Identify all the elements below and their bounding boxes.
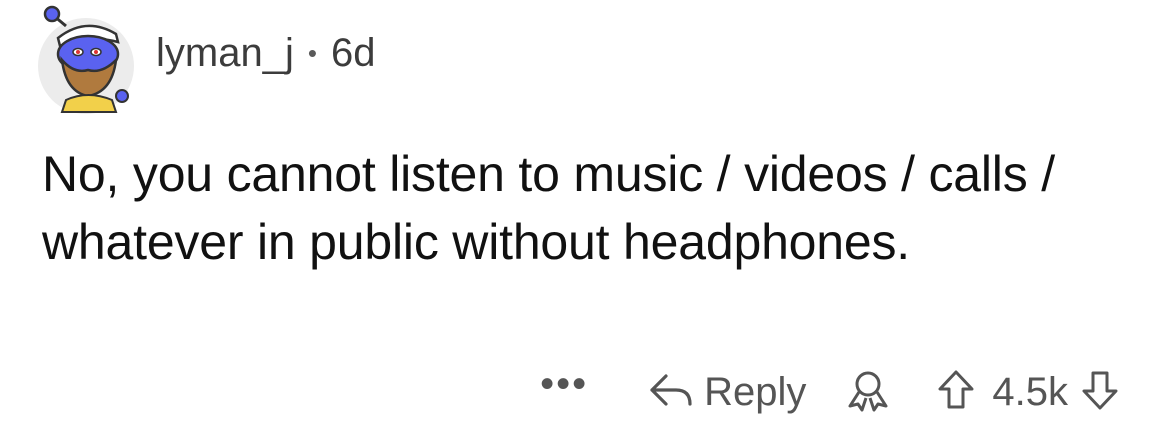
username[interactable]: lyman_j: [156, 31, 294, 76]
reply-button[interactable]: Reply: [648, 370, 844, 415]
comment-age: 6d: [330, 30, 376, 75]
award-button[interactable]: [844, 368, 892, 417]
award-icon: [844, 368, 892, 417]
comment: lyman_j • 6d No, you cannot listen to mu…: [0, 0, 1170, 436]
comment-header: lyman_j • 6d: [36, 0, 375, 120]
upvote-arrow-icon[interactable]: [936, 369, 976, 416]
downvote-arrow-icon[interactable]: [1080, 369, 1120, 416]
more-options-button[interactable]: •••: [540, 364, 588, 404]
vote-count: 4.5k: [992, 369, 1068, 414]
meta-separator: •: [307, 37, 317, 68]
snoo-avatar-icon: [38, 5, 134, 114]
reply-arrow-icon: [648, 370, 694, 415]
comment-body: No, you cannot listen to music / videos …: [42, 146, 1055, 270]
comment-actions: ••• Reply 4.5k: [540, 362, 1120, 422]
vote-controls: 4.5k: [936, 369, 1120, 416]
comment-meta: lyman_j • 6d: [156, 31, 375, 76]
avatar[interactable]: [36, 4, 136, 116]
reply-label: Reply: [704, 369, 807, 414]
